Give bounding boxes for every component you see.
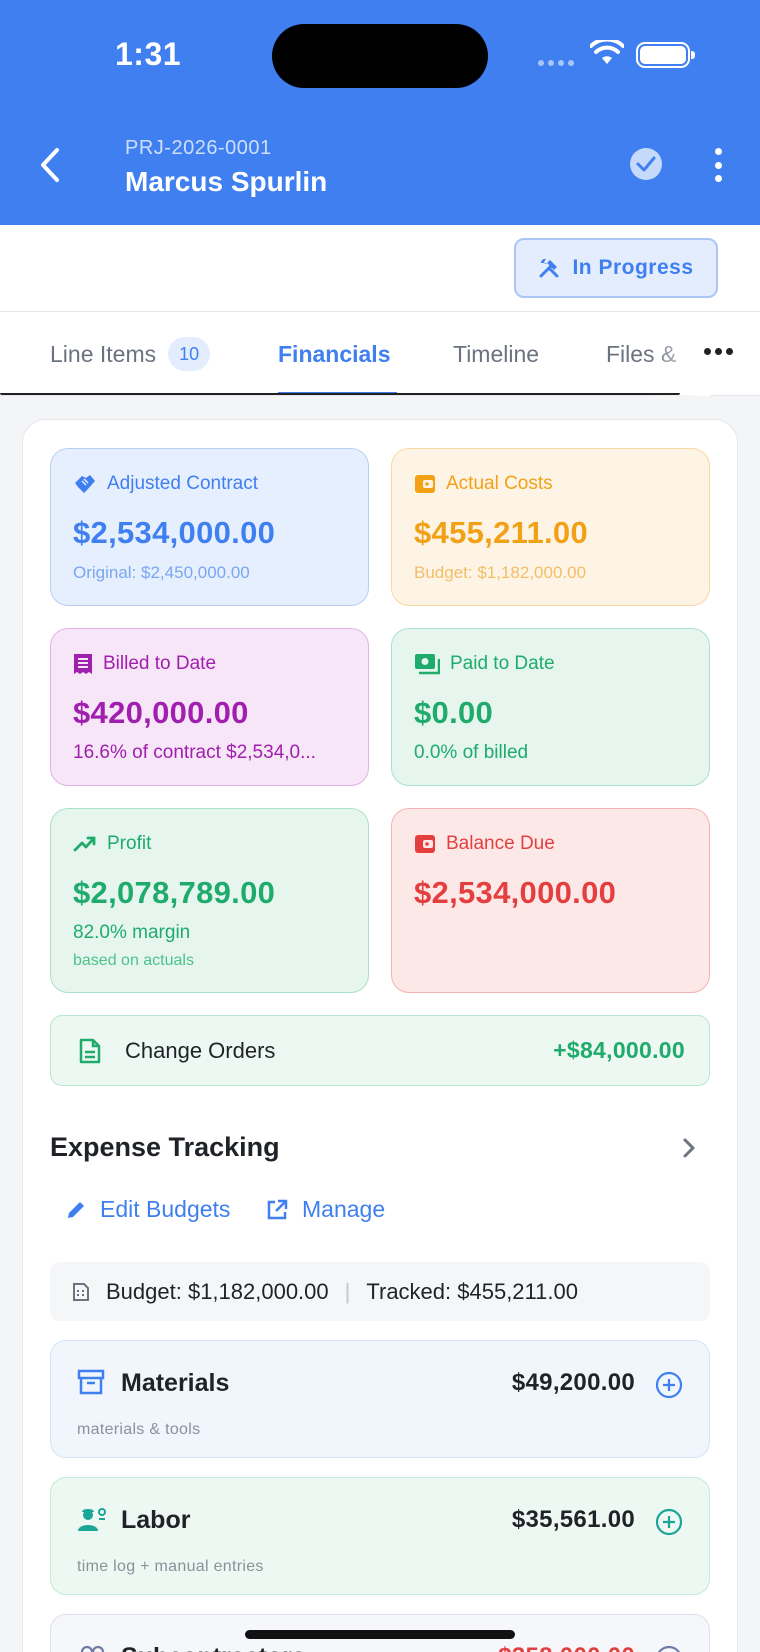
manage-label: Manage	[302, 1196, 386, 1222]
wifi-icon	[590, 40, 624, 64]
users-icon	[80, 1645, 105, 1652]
scroll-indicator	[0, 393, 680, 395]
edit-budgets-button[interactable]: Edit Budgets	[66, 1196, 230, 1223]
card-value: $2,534,000.00	[414, 875, 617, 910]
card-value: $2,078,789.00	[73, 875, 276, 910]
tools-icon	[539, 258, 559, 278]
manage-button[interactable]: Manage	[266, 1196, 385, 1223]
status-time: 1:31	[115, 36, 182, 72]
category-name: Labor	[121, 1506, 191, 1534]
expense-category-labor[interactable]: Labor $35,561.00 time log + manual entri…	[50, 1477, 710, 1595]
card-subtitle: 0.0% of billed	[414, 742, 529, 763]
tab-fade	[650, 312, 710, 396]
change-orders-label: Change Orders	[125, 1038, 276, 1063]
budget-total: Budget: $1,182,000.00	[106, 1278, 329, 1304]
adjusted-contract-card[interactable]: Adjusted Contract $2,534,000.00 Original…	[50, 448, 369, 606]
card-value: $455,211.00	[414, 515, 588, 550]
summary-separator: |	[344, 1278, 351, 1304]
tab-bar: Line Items 10 Financials Timeline Files …	[0, 312, 760, 396]
category-amount: $358,000.00	[498, 1643, 635, 1652]
card-title: Paid to Date	[450, 653, 555, 674]
card-title: Profit	[107, 833, 152, 854]
calculator-icon	[72, 1282, 90, 1302]
balance-due-card[interactable]: Balance Due $2,534,000.00	[391, 808, 710, 993]
trending-up-icon	[73, 836, 96, 852]
tab-timeline[interactable]: Timeline	[453, 312, 539, 396]
card-value: $420,000.00	[73, 695, 249, 730]
card-title: Actual Costs	[446, 473, 553, 494]
tabs-more-button[interactable]	[704, 348, 733, 355]
card-header: Paid to Date	[414, 653, 555, 675]
chevron-left-icon	[41, 148, 59, 182]
billed-to-date-card[interactable]: Billed to Date $420,000.00 16.6% of cont…	[50, 628, 369, 786]
category-amount: $35,561.00	[511, 1506, 635, 1533]
pencil-icon	[68, 1201, 84, 1218]
change-orders-row[interactable]: Change Orders +$84,000.00	[50, 1015, 710, 1086]
card-header: Actual Costs	[414, 473, 553, 495]
chevron-right-icon[interactable]	[682, 1137, 696, 1159]
card-header: Adjusted Contract	[73, 473, 258, 495]
card-subtitle: 16.6% of contract $2,534,0...	[73, 742, 316, 763]
project-code: PRJ-2026-0001	[125, 137, 272, 159]
category-description: time log + manual entries	[77, 1558, 264, 1575]
tab-label: Timeline	[453, 340, 540, 367]
card-note: based on actuals	[73, 952, 194, 969]
external-link-icon	[267, 1199, 288, 1219]
back-button[interactable]	[30, 140, 70, 190]
add-circle-icon[interactable]	[655, 1371, 683, 1399]
tab-label: Line Items	[50, 340, 157, 367]
document-icon	[79, 1038, 101, 1064]
status-chip[interactable]: In Progress	[514, 238, 718, 298]
edit-budgets-label: Edit Budgets	[100, 1196, 231, 1222]
card-value: $2,534,000.00	[73, 515, 276, 550]
check-icon	[636, 156, 656, 172]
app-header: 1:31 PRJ-2026-0001 Marcus Spurlin	[0, 0, 760, 225]
tab-label: Financials	[278, 340, 391, 367]
receipt-icon	[74, 654, 92, 674]
card-title: Billed to Date	[103, 653, 217, 674]
category-name: Materials	[121, 1369, 230, 1397]
status-row: In Progress	[0, 225, 760, 312]
expense-tracking-title: Expense Tracking	[50, 1132, 280, 1162]
card-header: Profit	[73, 833, 151, 855]
card-subtitle: 82.0% margin	[73, 922, 191, 943]
add-circle-icon[interactable]	[655, 1645, 683, 1652]
wallet-icon	[415, 835, 435, 853]
tracked-total: Tracked: $455,211.00	[366, 1278, 578, 1304]
category-amount: $49,200.00	[511, 1369, 635, 1396]
cash-icon	[415, 654, 440, 675]
card-subtitle: Budget: $1,182,000.00	[414, 563, 587, 582]
add-circle-icon[interactable]	[655, 1508, 683, 1536]
card-title: Balance Due	[446, 833, 555, 854]
card-header: Balance Due	[414, 833, 555, 855]
tab-line-items[interactable]: Line Items 10	[50, 312, 211, 396]
paid-to-date-card[interactable]: Paid to Date $0.00 0.0% of billed	[391, 628, 710, 786]
card-header: Billed to Date	[73, 653, 216, 675]
card-subtitle: Original: $2,450,000.00	[73, 563, 250, 582]
actual-costs-card[interactable]: Actual Costs $455,211.00 Budget: $1,182,…	[391, 448, 710, 606]
category-name: Subcontractors	[121, 1643, 306, 1652]
home-indicator	[245, 1630, 515, 1639]
more-options-button[interactable]	[708, 148, 728, 182]
budget-summary-bar: Budget: $1,182,000.00 | Tracked: $455,21…	[50, 1262, 710, 1321]
worker-icon	[78, 1508, 106, 1531]
complete-button[interactable]	[630, 148, 662, 180]
cellular-signal-icon	[538, 60, 574, 66]
tab-financials[interactable]: Financials	[278, 312, 390, 396]
card-value: $0.00	[414, 695, 494, 730]
line-items-count-badge: 10	[168, 337, 211, 371]
card-title: Adjusted Contract	[107, 473, 259, 494]
profit-card[interactable]: Profit $2,078,789.00 82.0% margin based …	[50, 808, 369, 993]
category-description: materials & tools	[77, 1421, 201, 1438]
dynamic-island	[272, 24, 488, 88]
handshake-icon	[75, 475, 95, 493]
wallet-icon	[415, 475, 435, 493]
expense-category-materials[interactable]: Materials $49,200.00 materials & tools	[50, 1340, 710, 1458]
status-label: In Progress	[572, 256, 694, 279]
battery-icon	[636, 42, 695, 68]
archive-box-icon	[77, 1369, 105, 1395]
project-name: Marcus Spurlin	[125, 166, 328, 197]
change-orders-value: +$84,000.00	[553, 1037, 685, 1063]
